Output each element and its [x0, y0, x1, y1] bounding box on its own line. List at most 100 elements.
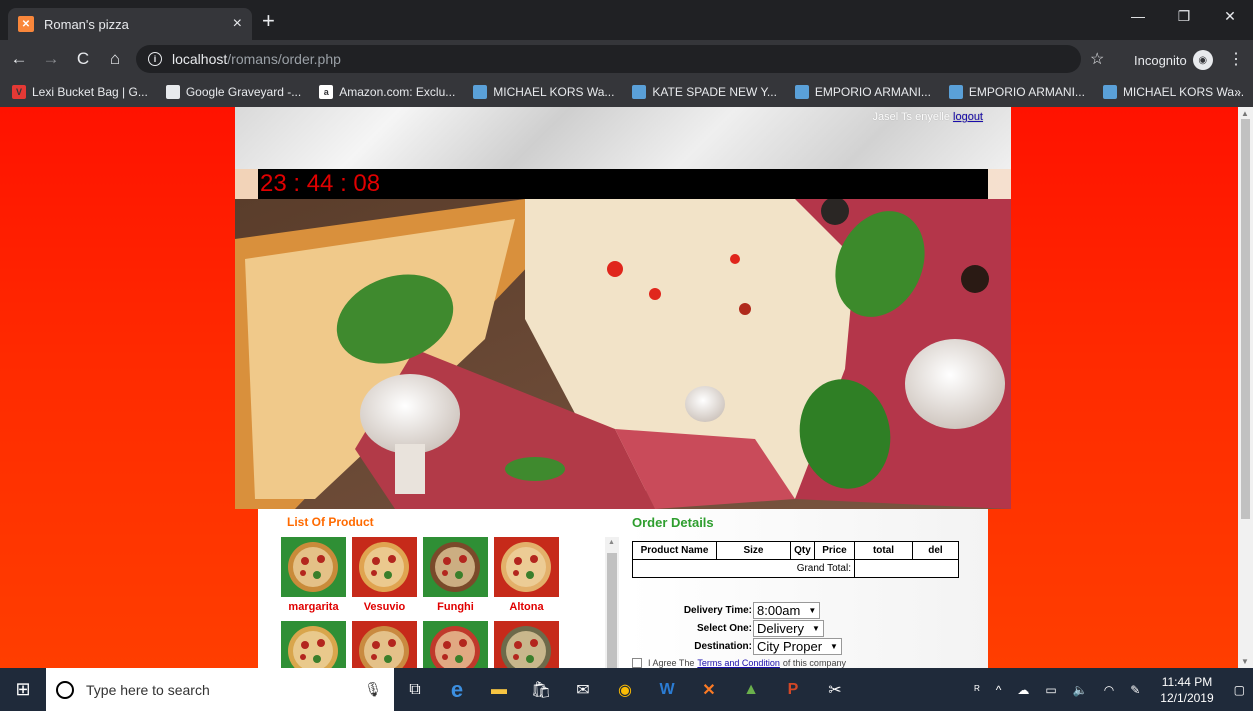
bookmarks-overflow-icon[interactable]: » — [1234, 85, 1241, 99]
browser-tab[interactable]: ✕ Roman's pizza × — [8, 8, 252, 40]
product-scroll-thumb[interactable] — [607, 553, 617, 668]
scroll-up-icon[interactable]: ▲ — [608, 539, 615, 546]
window-controls: — ❐ ✕ — [1115, 0, 1253, 32]
product-item[interactable]: Vesuvio — [352, 537, 417, 617]
scroll-down-icon[interactable]: ▼ — [1241, 657, 1249, 666]
restore-icon[interactable]: ❐ — [1161, 0, 1207, 32]
back-arrow-icon[interactable]: ← — [6, 49, 32, 69]
tab-close-icon[interactable]: × — [233, 15, 242, 33]
bookmark-star-icon[interactable]: ☆ — [1090, 49, 1104, 69]
product-image[interactable] — [494, 621, 559, 668]
minimize-icon[interactable]: — — [1115, 0, 1161, 32]
snipping-icon[interactable]: ✂ — [814, 668, 856, 711]
ghost-icon — [165, 85, 180, 99]
taskbar-search[interactable]: Type here to search 🎙 — [46, 668, 394, 711]
bookmark-label: Google Graveyard -... — [185, 85, 302, 99]
microphone-icon[interactable]: 🎙 — [364, 681, 382, 698]
product-name: Vesuvio — [363, 601, 406, 613]
page-scroll-thumb[interactable] — [1241, 119, 1250, 519]
terms-checkbox[interactable] — [632, 658, 642, 668]
dropdown-arrow-icon: ▼ — [811, 623, 820, 633]
order-details-panel: Order Details Product Name Size Qty Pric… — [628, 509, 988, 668]
bookmark-item[interactable]: Google Graveyard -... — [165, 85, 302, 99]
product-image[interactable] — [423, 537, 488, 597]
bookmark-item[interactable]: MICHAEL KORS Wa... — [473, 85, 614, 99]
grand-total-label: Grand Total: — [632, 559, 855, 578]
product-image[interactable] — [281, 537, 346, 597]
terms-link[interactable]: Terms and Condition — [697, 658, 780, 668]
col-price: Price — [814, 541, 855, 560]
product-image[interactable] — [352, 537, 417, 597]
product-item[interactable]: margarita — [281, 537, 346, 617]
product-image[interactable] — [494, 537, 559, 597]
new-tab-button[interactable]: + — [262, 10, 275, 32]
close-window-icon[interactable]: ✕ — [1207, 0, 1253, 32]
reload-icon[interactable]: C — [70, 49, 96, 69]
file-explorer-icon[interactable]: ▬ — [478, 668, 520, 711]
product-item[interactable]: Funghi — [423, 537, 488, 617]
scroll-up-icon[interactable]: ▲ — [1241, 109, 1249, 118]
col-qty: Qty — [790, 541, 815, 560]
grand-total-value — [854, 559, 959, 578]
people-icon[interactable]: ᴿ — [974, 683, 979, 697]
grand-total-row: Grand Total: — [632, 559, 959, 578]
kebab-menu-icon[interactable]: ⋮ — [1228, 49, 1244, 69]
bookmark-item[interactable]: EMPORIO ARMANI... — [948, 85, 1085, 99]
destination-value: City Proper — [757, 638, 823, 654]
page-scrollbar[interactable]: ▲ ▼ — [1238, 107, 1253, 668]
bookmarks-bar: V Lexi Bucket Bag | G... Google Graveyard … — [0, 77, 1253, 107]
order-table: Product Name Size Qty Price total del Gr… — [632, 541, 959, 578]
store-icon[interactable]: 🛍 — [520, 668, 562, 711]
mail-icon[interactable]: ✉ — [562, 668, 604, 711]
product-item[interactable]: Altona — [494, 537, 559, 617]
chrome-icon[interactable]: ◉ — [604, 668, 646, 711]
taskbar-clock[interactable]: 11:44 PM 12/1/2019 — [1160, 674, 1213, 706]
task-view-icon[interactable]: ⧉ — [394, 668, 436, 711]
amazon-icon: a — [319, 85, 334, 99]
product-item[interactable] — [281, 621, 346, 668]
product-image[interactable] — [281, 621, 346, 668]
taskbar-date: 12/1/2019 — [1160, 690, 1214, 705]
edge-icon[interactable]: e — [436, 668, 478, 711]
windows-start-icon[interactable]: ⊞ — [0, 668, 46, 711]
forward-arrow-icon[interactable]: → — [38, 49, 64, 69]
select-one-row: Select One: Delivery ▼ — [628, 619, 988, 637]
site-info-icon[interactable]: i — [148, 52, 162, 66]
tab-strip: ✕ Roman's pizza × + — ❐ ✕ — [0, 0, 1253, 40]
destination-select[interactable]: City Proper ▼ — [753, 637, 842, 655]
bookmark-item[interactable]: V Lexi Bucket Bag | G... — [12, 85, 148, 99]
battery-icon[interactable]: ▭ — [1045, 683, 1056, 697]
powerpoint-icon[interactable]: P — [772, 668, 814, 711]
bookmark-item[interactable]: KATE SPADE NEW Y... — [632, 85, 777, 99]
product-name: Funghi — [437, 601, 474, 613]
word-icon[interactable]: W — [646, 668, 688, 711]
product-item[interactable] — [494, 621, 559, 668]
bookmark-item[interactable]: a Amazon.com: Exclu... — [319, 85, 455, 99]
xampp-icon[interactable]: ✕ — [688, 668, 730, 711]
terms-row: I Agree The Terms and Condition of this … — [632, 655, 988, 668]
incognito-indicator[interactable]: Incognito ◉ — [1134, 50, 1213, 70]
bookmark-item[interactable]: MICHAEL KORS Wa... — [1102, 85, 1244, 99]
cloud-icon[interactable]: ☁ — [1017, 683, 1029, 697]
wifi-icon[interactable]: ◠ — [1104, 683, 1114, 697]
pen-icon[interactable]: ✎ — [1130, 683, 1140, 697]
delivery-time-select[interactable]: 8:00am ▼ — [753, 601, 821, 619]
pizza-hero-image — [235, 199, 1011, 509]
volume-icon[interactable]: 🔈 — [1073, 683, 1088, 697]
product-item[interactable] — [352, 621, 417, 668]
address-bar[interactable]: i localhost/romans/order.php — [136, 45, 1081, 73]
order-section: List Of Product margarita Vesuvio Funghi Al… — [258, 509, 988, 668]
select-one-select[interactable]: Delivery ▼ — [753, 619, 824, 637]
notification-icon[interactable]: ▢ — [1234, 683, 1245, 697]
product-image[interactable] — [423, 621, 488, 668]
image-app-icon[interactable]: ▲ — [730, 668, 772, 711]
home-icon[interactable]: ⌂ — [102, 49, 128, 69]
product-scrollbar[interactable]: ▲ — [605, 537, 619, 668]
tray-expand-icon[interactable]: ^ — [996, 683, 1002, 697]
product-image[interactable] — [352, 621, 417, 668]
tab-title: Roman's pizza — [44, 16, 129, 32]
logout-link[interactable]: logout — [953, 111, 983, 123]
bookmark-item[interactable]: EMPORIO ARMANI... — [794, 85, 931, 99]
product-item[interactable] — [423, 621, 488, 668]
products-title: List Of Product — [287, 515, 374, 529]
